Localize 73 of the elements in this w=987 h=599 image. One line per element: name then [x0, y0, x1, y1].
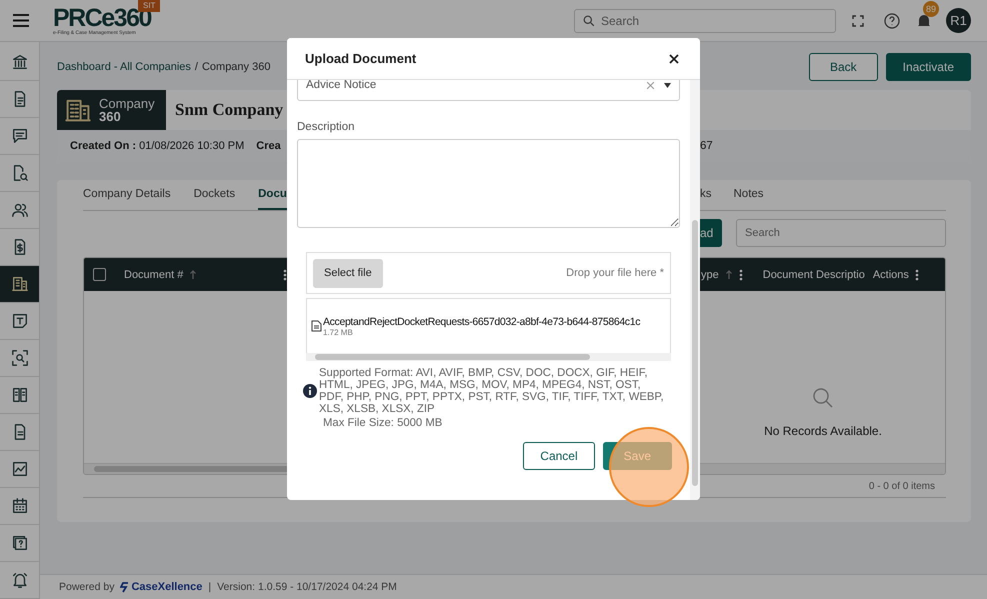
- dropdown-caret-icon[interactable]: [664, 82, 671, 88]
- tab[interactable]: ks: [700, 180, 712, 210]
- sort-arrow-icon[interactable]: [189, 270, 198, 280]
- file-drop-zone[interactable]: Select file Drop your file here *: [306, 252, 671, 294]
- select-file-button[interactable]: Select file: [313, 258, 383, 288]
- close-icon[interactable]: [669, 54, 679, 64]
- users-icon: [10, 201, 28, 219]
- search-field[interactable]: Search: [574, 8, 836, 32]
- powered-by-text: Powered by: [59, 581, 114, 593]
- user-avatar[interactable]: R1: [946, 8, 971, 33]
- bell-icon[interactable]: [916, 12, 932, 28]
- document-type-select[interactable]: Advice Notice: [297, 80, 680, 101]
- menu-icon[interactable]: [13, 14, 29, 27]
- drop-hint: Drop your file here *: [566, 267, 664, 279]
- column-header[interactable]: Document Descriptio: [762, 268, 865, 280]
- sidebar-item[interactable]: [0, 266, 39, 303]
- tab[interactable]: Dockets: [194, 180, 236, 210]
- alarm-icon: [10, 571, 28, 589]
- select-all-checkbox[interactable]: [93, 268, 106, 281]
- supported-formats-text: Supported Format: AVI, AVIF, BMP, CSV, DOC, DOCX, GIF, HEIF, HTML, JPEG, JPG, M4A, MSG, MOV, MP4, MPEG4, NST, OST, PDF, PHP, PNG, PPT, PPTX, PST, RTF, SVG, TIF, TIFF, TXT, WEBP, XLS, XLSB, XLSX, ZIP: [319, 367, 664, 415]
- description-field[interactable]: [297, 139, 680, 228]
- column-header[interactable]: ype: [701, 268, 719, 280]
- brand-logo: CaseXellence: [120, 581, 202, 593]
- info-icon: [303, 384, 317, 398]
- clear-icon[interactable]: [647, 82, 654, 88]
- notification-badge: 89: [923, 0, 939, 16]
- empty-message: No Records Available.: [764, 424, 882, 438]
- search-field[interactable]: Search: [736, 219, 946, 247]
- dialog-title: Upload Document: [305, 51, 416, 66]
- help-icon: [10, 534, 28, 552]
- column-header[interactable]: Document #: [124, 268, 184, 280]
- breadcrumb-link[interactable]: Dashboard - All Companies: [57, 61, 191, 73]
- horizontal-scrollbar[interactable]: [306, 353, 671, 361]
- cancel-button[interactable]: Cancel: [523, 442, 595, 470]
- tab[interactable]: Notes: [734, 180, 764, 210]
- company-badge-number: 360: [99, 110, 121, 123]
- environment-badge: SIT: [138, 0, 160, 12]
- empty-search-icon: [811, 386, 835, 410]
- version-text: Version: 1.0.59 - 10/17/2024 04:24 PM: [217, 581, 397, 593]
- created-on-text: Created On : 01/08/2026 10:30 PM: [70, 140, 244, 152]
- field-label: Description: [297, 121, 356, 133]
- bank-icon: [10, 53, 28, 71]
- note-icon: [10, 312, 28, 330]
- column-header[interactable]: Actions: [872, 268, 909, 280]
- sort-arrow-icon[interactable]: [724, 270, 733, 280]
- breadcrumb-current: Company 360: [202, 61, 270, 73]
- fullscreen-icon[interactable]: [852, 14, 864, 26]
- chart-icon: [10, 460, 28, 478]
- breadcrumb-separator: /: [194, 61, 198, 73]
- column-menu-icon[interactable]: [914, 268, 919, 280]
- chat-icon: [10, 127, 28, 145]
- building-icon: [65, 97, 91, 123]
- field-label: Crea: [256, 140, 281, 152]
- field-value: 67: [700, 140, 714, 152]
- file-icon: [311, 320, 322, 332]
- footer-separator: |: [208, 581, 212, 593]
- book-icon: [10, 386, 28, 404]
- scan-icon: [10, 349, 28, 367]
- tab[interactable]: Company Details: [83, 180, 171, 210]
- column-menu-icon[interactable]: [283, 268, 287, 280]
- file-size: 1.72 MB: [323, 328, 354, 336]
- column-menu-icon[interactable]: [738, 268, 743, 280]
- max-size-text: Max File Size: 5000 MB: [323, 417, 444, 429]
- inactivate-button[interactable]: Inactivate: [886, 53, 971, 81]
- vertical-scrollbar[interactable]: [690, 80, 700, 500]
- building-icon: [10, 275, 28, 293]
- back-button[interactable]: Back: [808, 53, 878, 81]
- file-name: AcceptandRejectDocketRequests-6657d032-a8bf-4e73-b644-875864c1c: [323, 316, 640, 328]
- help-icon[interactable]: [884, 12, 900, 28]
- upload-button[interactable]: ad: [700, 219, 722, 247]
- company-name: Snm Company: [175, 100, 284, 120]
- calendar-icon: [10, 497, 28, 515]
- company-badge-title: Company: [99, 97, 155, 110]
